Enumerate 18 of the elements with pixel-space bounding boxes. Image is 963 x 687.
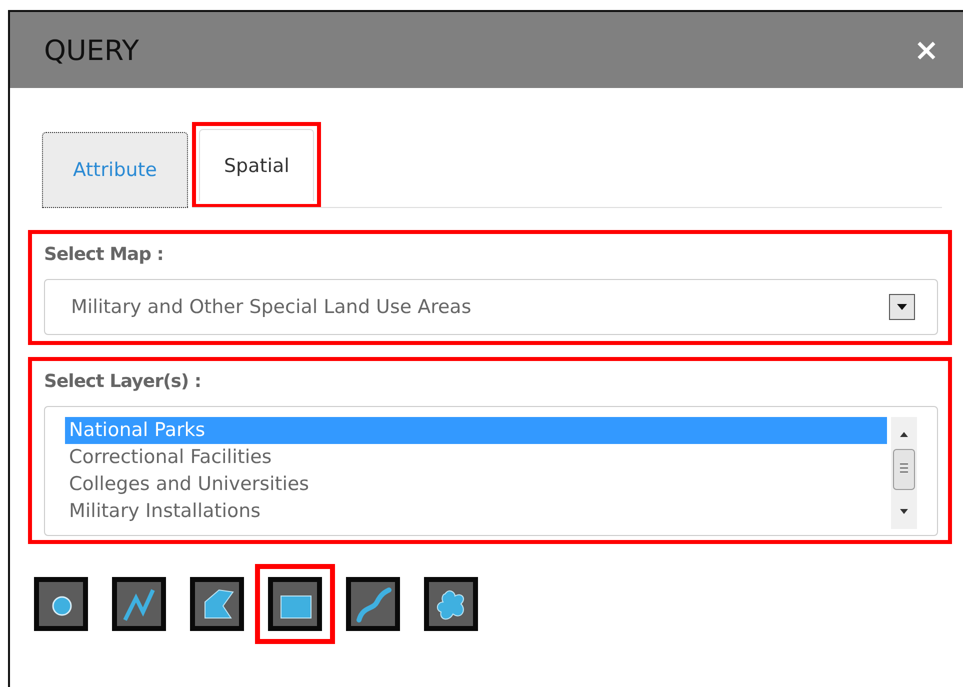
scrollbar[interactable] [891, 417, 917, 529]
draw-tool-button[interactable] [346, 577, 400, 631]
tab[interactable]: Attribute [42, 132, 188, 208]
draw-tool-button[interactable] [190, 577, 244, 631]
tab[interactable]: Spatial [199, 129, 314, 201]
draw-tool-button[interactable] [112, 577, 166, 631]
list-item[interactable]: National Parks [65, 417, 887, 444]
draw-tool-button[interactable] [268, 577, 322, 631]
close-button[interactable]: × [914, 32, 939, 68]
list-item[interactable]: Military Installations [65, 498, 887, 525]
map-dropdown[interactable]: Military and Other Special Land Use Areas [44, 279, 938, 335]
field-label: Select Map : [44, 244, 164, 265]
draw-tool-button[interactable] [34, 577, 88, 631]
list-item[interactable]: Correctional Facilities [65, 444, 887, 471]
list-item[interactable]: Colleges and Universities [65, 471, 887, 498]
draw-tool-button[interactable] [424, 577, 478, 631]
field-label: Select Layer(s) : [44, 371, 202, 392]
window-title: QUERY [44, 34, 139, 66]
